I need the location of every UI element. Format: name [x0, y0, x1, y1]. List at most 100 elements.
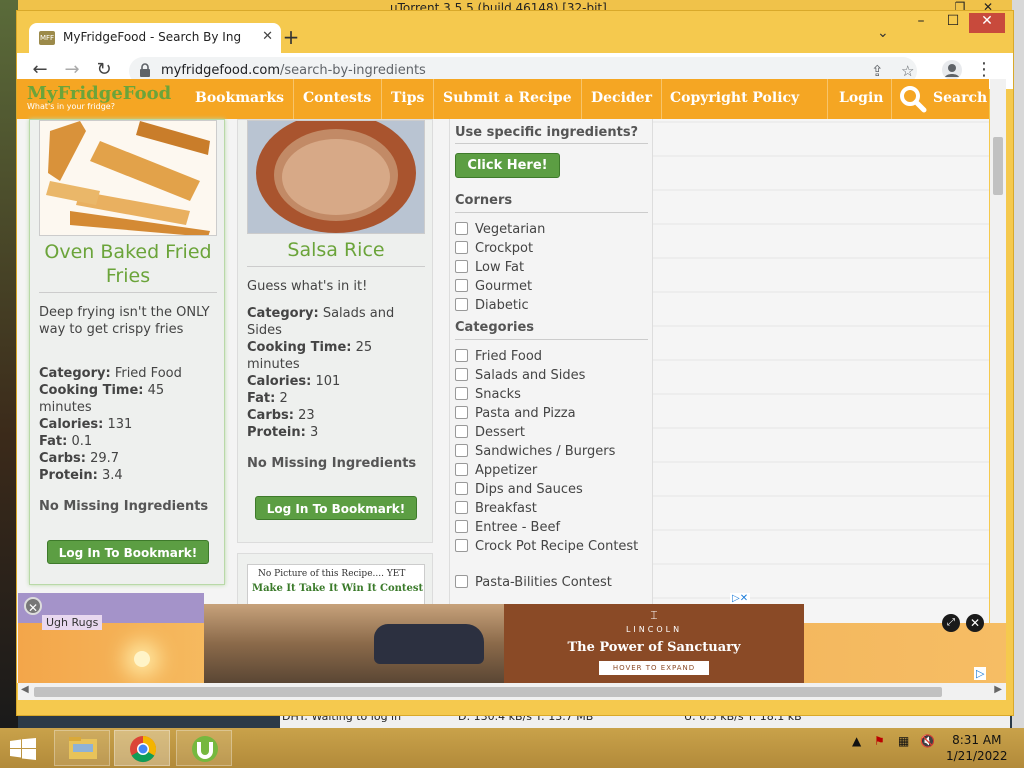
adchoices-icon[interactable]: ▷✕ — [730, 593, 751, 604]
ad-close-icon[interactable]: ✕ — [966, 614, 984, 632]
checkbox[interactable] — [455, 349, 468, 362]
vertical-scroll-thumb[interactable] — [993, 137, 1003, 195]
checkbox[interactable] — [455, 539, 468, 552]
ad-sun-graphic — [134, 651, 150, 667]
filter-option-label: Crockpot — [475, 241, 534, 256]
ad-left-text: Ugh Rugs — [42, 615, 103, 630]
filter-option[interactable]: Crock Pot Recipe Contest — [455, 538, 650, 555]
filter-option[interactable]: Fried Food — [455, 348, 650, 365]
recipe-photo-fries[interactable] — [39, 120, 217, 236]
sidebar-divider — [455, 339, 648, 340]
filter-option[interactable]: Low Fat — [455, 259, 650, 276]
sidebar-divider — [455, 212, 648, 213]
filter-option[interactable]: Sandwiches / Burgers — [455, 443, 650, 460]
hover-to-expand-button[interactable]: HOVER TO EXPAND — [598, 661, 710, 675]
filter-option[interactable]: Pasta-Bilities Contest — [455, 574, 650, 591]
ad-left-panel[interactable]: Ugh Rugs — [18, 593, 204, 630]
taskbar-utorrent[interactable] — [176, 730, 232, 766]
checkbox[interactable] — [455, 425, 468, 438]
filter-option[interactable]: Vegetarian — [455, 221, 650, 238]
tab-title: MyFridgeFood - Search By Ingredients — [63, 30, 241, 44]
checkbox[interactable] — [455, 482, 468, 495]
new-tab-icon[interactable]: + — [279, 25, 303, 49]
recipe-meta: Category: Salads and Sides Cooking Time:… — [247, 306, 395, 440]
ad-lincoln-panel[interactable]: ⌶ LINCOLN The Power of Sanctuary HOVER T… — [504, 604, 804, 683]
scroll-right-icon[interactable]: ▶ — [994, 684, 1002, 695]
nav-decider[interactable]: Decider — [591, 90, 652, 106]
windows-start-icon[interactable] — [10, 738, 36, 760]
filter-option[interactable]: Crockpot — [455, 240, 650, 257]
lincoln-brand: LINCOLN — [625, 625, 683, 634]
filter-option[interactable]: Gourmet — [455, 278, 650, 295]
recipe-card: Salsa Rice Guess what's in it! Category:… — [237, 119, 433, 543]
ad-dismiss-icon[interactable]: ✕ — [24, 597, 42, 615]
search-button[interactable]: Search — [895, 79, 989, 119]
filter-option[interactable]: Dips and Sauces — [455, 481, 650, 498]
ad-car-photo[interactable] — [204, 604, 504, 683]
nav-login[interactable]: Login — [839, 90, 883, 106]
log-in-to-bookmark-button[interactable]: Log In To Bookmark! — [255, 496, 417, 520]
show-hidden-icons-icon[interactable]: ▲ — [852, 734, 861, 748]
horizontal-scrollbar[interactable]: ◀ ▶ — [18, 683, 1006, 700]
scroll-left-icon[interactable]: ◀ — [21, 684, 29, 695]
filter-option[interactable]: Pasta and Pizza — [455, 405, 650, 422]
ad-info-icon[interactable]: ▷ — [974, 667, 987, 680]
filter-option-label: Snacks — [475, 387, 521, 402]
share-icon[interactable]: ⇪ — [871, 62, 884, 80]
taskbar-chrome[interactable] — [114, 730, 170, 766]
filter-option-label: Sandwiches / Burgers — [475, 444, 616, 459]
nav-divider — [661, 79, 662, 119]
checkbox[interactable] — [455, 387, 468, 400]
recipe-title[interactable]: Oven Baked Fried Fries — [38, 240, 218, 288]
missing-ingredients: No Missing Ingredients — [39, 499, 209, 514]
checkbox[interactable] — [455, 368, 468, 381]
filter-option[interactable]: Breakfast — [455, 500, 650, 517]
action-center-icon[interactable]: ⚑ — [874, 734, 885, 748]
favicon-icon: MFF — [39, 31, 55, 45]
nav-copyright-policy[interactable]: Copyright Policy — [670, 90, 799, 106]
filter-option[interactable]: Entree - Beef — [455, 519, 650, 536]
filter-option[interactable]: Appetizer — [455, 462, 650, 479]
tab-search-chevron-icon[interactable]: ⌄ — [877, 25, 889, 41]
recipe-description: Deep frying isn't the ONLY way to get cr… — [39, 305, 210, 337]
nav-divider — [293, 79, 294, 119]
nav-bookmarks[interactable]: Bookmarks — [195, 90, 284, 106]
checkbox[interactable] — [455, 279, 468, 292]
bookmark-star-icon[interactable]: ☆ — [901, 62, 914, 80]
taskbar-clock[interactable]: 8:31 AM 1/21/2022 — [946, 732, 1008, 764]
filter-option[interactable]: Salads and Sides — [455, 367, 650, 384]
checkbox[interactable] — [455, 222, 468, 235]
recipe-title[interactable]: Salsa Rice — [246, 238, 426, 262]
taskbar-file-explorer[interactable] — [54, 730, 110, 766]
checkbox[interactable] — [455, 241, 468, 254]
tab-close-icon[interactable]: ✕ — [262, 29, 273, 44]
nav-tips[interactable]: Tips — [391, 90, 424, 106]
tab-myfridgefood[interactable]: MFF MyFridgeFood - Search By Ingredients… — [29, 23, 281, 53]
search-icon — [900, 86, 927, 113]
checkbox[interactable] — [455, 444, 468, 457]
filter-option[interactable]: Diabetic — [455, 297, 650, 314]
nav-submit-recipe[interactable]: Submit a Recipe — [443, 90, 572, 106]
ad-expand-icon[interactable]: ⤢ — [942, 614, 960, 632]
ad-banner[interactable]: Ugh Rugs ⌶ LINCOLN The Power of Sanctuar… — [18, 593, 1006, 683]
network-icon[interactable]: ▦ — [898, 734, 909, 748]
filter-option[interactable]: Dessert — [455, 424, 650, 441]
log-in-to-bookmark-button[interactable]: Log In To Bookmark! — [47, 540, 209, 564]
card-divider — [39, 292, 217, 293]
checkbox[interactable] — [455, 406, 468, 419]
checkbox[interactable] — [455, 501, 468, 514]
checkbox[interactable] — [455, 463, 468, 476]
checkbox[interactable] — [455, 575, 468, 588]
click-here-button[interactable]: Click Here! — [455, 153, 560, 178]
site-logo[interactable]: MyFridgeFood What's in your fridge? — [27, 83, 171, 111]
corners-heading: Corners — [455, 193, 513, 208]
nav-contests[interactable]: Contests — [303, 90, 371, 106]
horizontal-scroll-thumb[interactable] — [34, 687, 942, 697]
volume-icon[interactable]: 🔇 — [920, 734, 935, 748]
checkbox[interactable] — [455, 260, 468, 273]
checkbox[interactable] — [455, 298, 468, 311]
filter-option[interactable]: Snacks — [455, 386, 650, 403]
recipe-meta: Category: Fried Food Cooking Time: 45 mi… — [39, 366, 182, 483]
recipe-photo-salsa-rice[interactable] — [247, 120, 425, 234]
checkbox[interactable] — [455, 520, 468, 533]
